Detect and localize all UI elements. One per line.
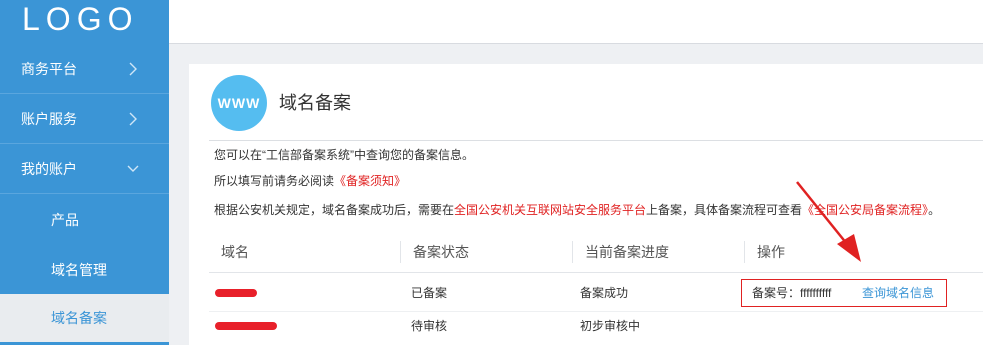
chevron-down-icon [127,165,139,172]
sidebar-item-label: 账户服务 [21,111,77,127]
sidebar: LOGO 商务平台 账户服务 我的账户 产品 域名管理 域名备案 [0,0,169,345]
sidebar-item-label: 我的账户 [21,161,77,177]
sidebar-item-label: 商务平台 [21,61,77,77]
sidebar-item-account-services[interactable]: 账户服务 [0,94,169,144]
sidebar-subitem-label: 域名管理 [51,262,107,278]
sidebar-subitem-label: 产品 [51,212,79,228]
chevron-right-icon [129,62,137,76]
sidebar-item-my-account[interactable]: 我的账户 [0,144,169,194]
annotation-arrow [796,181,861,262]
sidebar-subitem-products[interactable]: 产品 [0,194,169,246]
sidebar-subitem-domain-filing[interactable]: 域名备案 [0,294,169,342]
sidebar-item-business-platform[interactable]: 商务平台 [0,44,169,94]
sidebar-subitem-label: 域名备案 [51,310,107,326]
logo: LOGO [0,0,169,44]
sidebar-subitem-domain-management[interactable]: 域名管理 [0,246,169,294]
top-bar [169,0,983,44]
domain-filing-card: WWW 域名备案 您可以在“工信部备案系统”中查询您的备案信息。 所以填写前请务… [189,64,983,345]
chevron-right-icon [129,112,137,126]
